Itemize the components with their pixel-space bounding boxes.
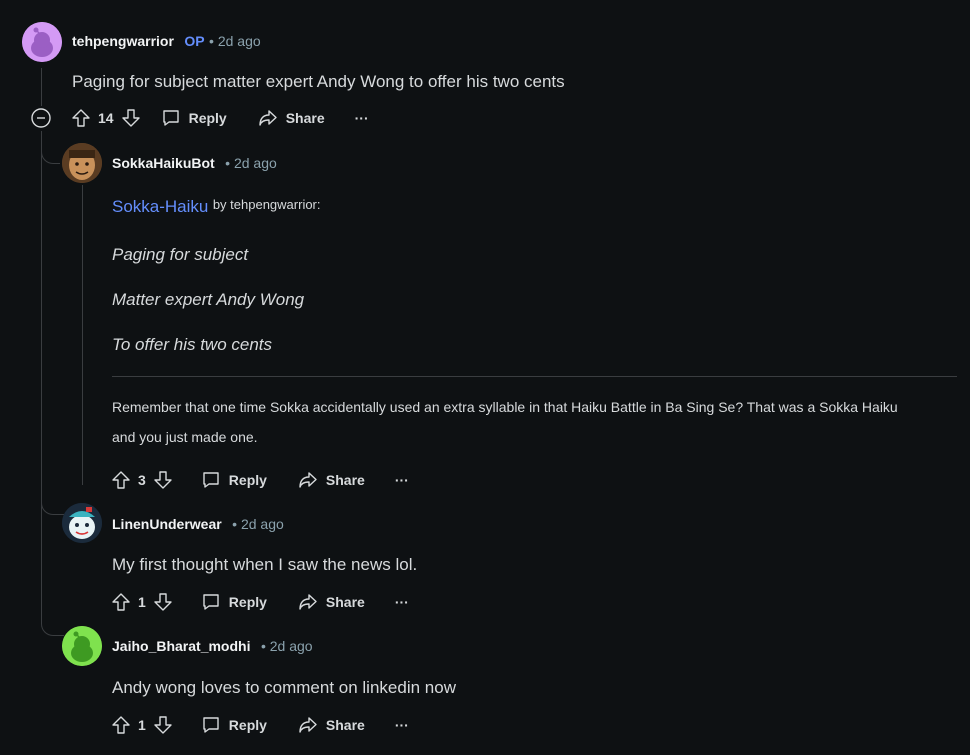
reply-label: Reply xyxy=(228,594,267,610)
comment-text: Andy wong loves to comment on linkedin n… xyxy=(112,678,456,697)
comment-actions: 1 Reply Share ··· xyxy=(110,588,409,616)
username[interactable]: LinenUnderwear xyxy=(112,516,222,532)
arrow-down-icon[interactable] xyxy=(120,107,142,129)
share-button[interactable]: Share xyxy=(297,469,365,491)
sokka-avatar-icon xyxy=(62,143,102,183)
thread-line-sub xyxy=(82,185,83,485)
op-badge: OP xyxy=(184,33,205,49)
reply-label: Reply xyxy=(228,472,267,488)
haiku-author: by tehpengwarrior: xyxy=(212,197,321,212)
reply-button[interactable]: Reply xyxy=(200,591,267,613)
arrow-up-icon[interactable] xyxy=(110,714,132,736)
share-arrow-icon xyxy=(297,469,319,491)
share-label: Share xyxy=(325,472,365,488)
share-label: Share xyxy=(325,717,365,733)
thread-elbow-2 xyxy=(41,480,64,515)
share-label: Share xyxy=(325,594,365,610)
avatar[interactable] xyxy=(62,503,102,543)
arrow-down-icon[interactable] xyxy=(152,591,174,613)
snoo-avatar-icon xyxy=(62,503,102,543)
username[interactable]: SokkaHaikuBot xyxy=(112,155,215,171)
comment-actions: 1 Reply Share ··· xyxy=(110,711,409,739)
avatar[interactable] xyxy=(62,143,102,183)
thread-line-main-lower xyxy=(41,131,42,611)
reply-button[interactable]: Reply xyxy=(160,107,227,129)
ellipsis-icon[interactable]: ··· xyxy=(395,717,409,733)
haiku-line-1: Paging for subject xyxy=(112,245,249,264)
ellipsis-icon[interactable]: ··· xyxy=(395,472,409,488)
comment-header: SokkaHaikuBot • 2d ago xyxy=(112,155,277,173)
share-arrow-icon xyxy=(297,591,319,613)
comment-bubble-icon xyxy=(200,714,222,736)
share-button[interactable]: Share xyxy=(297,714,365,736)
minus-circle-icon[interactable] xyxy=(30,107,52,129)
timestamp[interactable]: • 2d ago xyxy=(232,516,284,532)
reply-label: Reply xyxy=(188,110,227,126)
comment-actions: 3 Reply Share ··· xyxy=(110,466,409,494)
share-button[interactable]: Share xyxy=(297,591,365,613)
timestamp[interactable]: • 2d ago xyxy=(225,155,277,171)
haiku-line-2: Matter expert Andy Wong xyxy=(112,290,305,309)
share-arrow-icon xyxy=(257,107,279,129)
haiku-line-3: To offer his two cents xyxy=(112,335,273,354)
share-arrow-icon xyxy=(297,714,319,736)
vote-count: 1 xyxy=(138,717,146,733)
comment-bubble-icon xyxy=(200,591,222,613)
snoo-avatar-icon xyxy=(22,22,62,62)
bot-footer: Remember that one time Sokka accidentall… xyxy=(112,392,952,452)
avatar[interactable] xyxy=(62,626,102,666)
sokka-haiku-link[interactable]: Sokka-Haiku xyxy=(112,197,208,216)
comment-bubble-icon xyxy=(160,107,182,129)
comment-text: Paging for subject matter expert Andy Wo… xyxy=(72,72,565,91)
snoo-avatar-icon xyxy=(62,626,102,666)
avatar[interactable] xyxy=(22,22,62,62)
ellipsis-icon[interactable]: ··· xyxy=(395,594,409,610)
share-button[interactable]: Share xyxy=(257,107,325,129)
comment-header: Jaiho_Bharat_modhi • 2d ago xyxy=(112,638,313,656)
vote-count: 3 xyxy=(138,472,146,488)
divider xyxy=(112,376,957,377)
haiku-credit: Sokka-Haiku by tehpengwarrior: xyxy=(112,197,321,217)
username[interactable]: tehpengwarrior xyxy=(72,33,174,49)
timestamp[interactable]: • 2d ago xyxy=(209,33,261,49)
arrow-down-icon[interactable] xyxy=(152,714,174,736)
arrow-up-icon[interactable] xyxy=(110,469,132,491)
reply-button[interactable]: Reply xyxy=(200,714,267,736)
share-label: Share xyxy=(285,110,325,126)
timestamp[interactable]: • 2d ago xyxy=(261,638,313,654)
comment-bubble-icon xyxy=(200,469,222,491)
bot-footer-line-1: Remember that one time Sokka accidentall… xyxy=(112,399,898,415)
thread-elbow-1 xyxy=(41,131,60,164)
vote-count: 1 xyxy=(138,594,146,610)
vote-count: 14 xyxy=(98,110,114,126)
arrow-down-icon[interactable] xyxy=(152,469,174,491)
comment-header: tehpengwarrior OP • 2d ago xyxy=(72,33,261,51)
ellipsis-icon[interactable]: ··· xyxy=(355,110,369,126)
username[interactable]: Jaiho_Bharat_modhi xyxy=(112,638,250,654)
arrow-up-icon[interactable] xyxy=(70,107,92,129)
comment-header: LinenUnderwear • 2d ago xyxy=(112,516,284,534)
comment-actions: 14 Reply Share ··· xyxy=(30,104,369,132)
thread-line-main xyxy=(41,68,42,106)
thread-elbow-3 xyxy=(41,600,64,636)
reply-label: Reply xyxy=(228,717,267,733)
arrow-up-icon[interactable] xyxy=(110,591,132,613)
bot-footer-line-2: and you just made one. xyxy=(112,429,258,445)
comment-text: My first thought when I saw the news lol… xyxy=(112,555,418,574)
reply-button[interactable]: Reply xyxy=(200,469,267,491)
